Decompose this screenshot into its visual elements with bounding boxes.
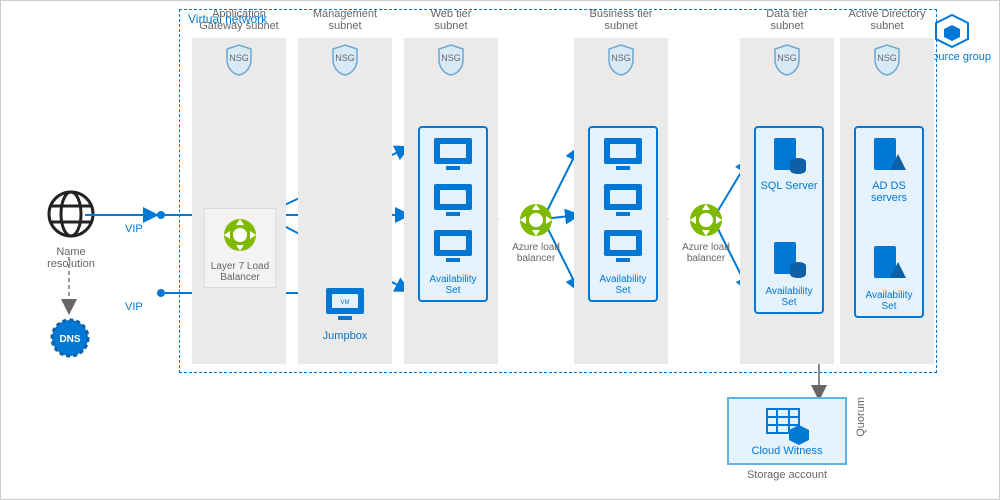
vip-label-2: VIP — [125, 301, 143, 313]
subnet-label-ad: Active Directory subnet — [827, 8, 947, 32]
svg-text:NSG: NSG — [441, 53, 461, 63]
layer7-load-balancer: Layer 7 Load Balancer — [204, 208, 276, 288]
nsg-business: NSG — [607, 44, 635, 76]
svg-text:NSG: NSG — [777, 53, 797, 63]
shield-icon: NSG — [331, 44, 359, 76]
vm-icon — [430, 180, 476, 220]
vm-icon: VM — [322, 284, 368, 324]
availability-set-ad: AD DS servers Availability Set — [854, 126, 924, 318]
load-balancer-icon — [684, 198, 728, 242]
subnet-app-gateway: Application Gateway subnet NSG Layer 7 L… — [192, 38, 286, 364]
storage-account-label: Storage account — [727, 469, 847, 481]
vip-label-1: VIP — [125, 223, 143, 235]
quorum-label: Quorum — [855, 397, 867, 437]
availability-set-business: Availability Set — [588, 126, 658, 302]
svg-text:VM: VM — [341, 300, 350, 306]
storage-table-icon — [763, 405, 811, 445]
shield-icon: NSG — [773, 44, 801, 76]
server-ad-icon — [866, 242, 912, 282]
vm-icon — [430, 134, 476, 174]
shield-icon: NSG — [873, 44, 901, 76]
cloud-witness-label: Cloud Witness — [735, 445, 839, 457]
vm-icon — [600, 180, 646, 220]
availability-set-data: SQL Server Availability Set — [754, 126, 824, 314]
svg-text:NSG: NSG — [335, 53, 355, 63]
azure-lb-label: Azure load balancer — [670, 242, 742, 264]
dns-icon: DNS — [49, 317, 91, 359]
subnet-management: Management subnet NSG VM Jumpbox — [298, 38, 392, 364]
jumpbox: VM Jumpbox — [298, 278, 392, 342]
subnet-web-tier: Web tier subnet NSG Availability Set — [404, 38, 498, 364]
svg-text:NSG: NSG — [229, 53, 249, 63]
dns: DNS — [49, 317, 91, 362]
avset-label: Availability Set — [756, 284, 822, 312]
azure-load-balancer-1: Azure load balancer — [500, 198, 572, 264]
server-db-icon — [766, 238, 812, 278]
subnet-label-app-gateway: Application Gateway subnet — [179, 8, 299, 32]
storage-account: Cloud Witness Storage account — [727, 397, 847, 481]
shield-icon: NSG — [225, 44, 253, 76]
nsg-data: NSG — [773, 44, 801, 76]
svg-text:NSG: NSG — [877, 53, 897, 63]
sql-server-label: SQL Server — [756, 180, 822, 192]
svg-text:DNS: DNS — [59, 334, 80, 345]
nsg-app-gateway: NSG — [225, 44, 253, 76]
shield-icon: NSG — [607, 44, 635, 76]
vm-icon — [430, 226, 476, 266]
cloud-witness: Cloud Witness — [727, 397, 847, 465]
shield-icon: NSG — [437, 44, 465, 76]
subnet-label-business: Business tier subnet — [561, 8, 681, 32]
subnet-business-tier: Business tier subnet NSG Availability Se… — [574, 38, 668, 364]
avset-label: Availability Set — [420, 272, 486, 300]
subnet-label-management: Management subnet — [285, 8, 405, 32]
svg-text:NSG: NSG — [611, 53, 631, 63]
name-resolution-label: Name resolution — [31, 246, 111, 270]
virtual-network-boundary: Virtual network Application Gateway subn… — [179, 9, 937, 373]
azure-load-balancer-2: Azure load balancer — [670, 198, 742, 264]
subnet-label-web: Web tier subnet — [391, 8, 511, 32]
nsg-web: NSG — [437, 44, 465, 76]
nsg-ad: NSG — [873, 44, 901, 76]
avset-label: Availability Set — [590, 272, 656, 300]
azure-lb-label: Azure load balancer — [500, 242, 572, 264]
nsg-management: NSG — [331, 44, 359, 76]
vm-icon — [600, 134, 646, 174]
jumpbox-label: Jumpbox — [298, 330, 392, 342]
server-db-icon — [766, 134, 812, 174]
subnet-active-directory: Active Directory subnet NSG AD DS server… — [840, 38, 934, 364]
load-balancer-icon — [218, 213, 262, 257]
ad-ds-label: AD DS servers — [856, 180, 922, 204]
load-balancer-icon — [514, 198, 558, 242]
name-resolution: Name resolution — [31, 189, 111, 270]
layer7-lb-label: Layer 7 Load Balancer — [205, 261, 275, 283]
vm-icon — [600, 226, 646, 266]
globe-icon — [46, 189, 96, 239]
server-ad-icon — [866, 134, 912, 174]
avset-label: Availability Set — [856, 288, 922, 316]
availability-set-web: Availability Set — [418, 126, 488, 302]
subnet-data-tier: Data tier subnet NSG SQL Server Availabi… — [740, 38, 834, 364]
